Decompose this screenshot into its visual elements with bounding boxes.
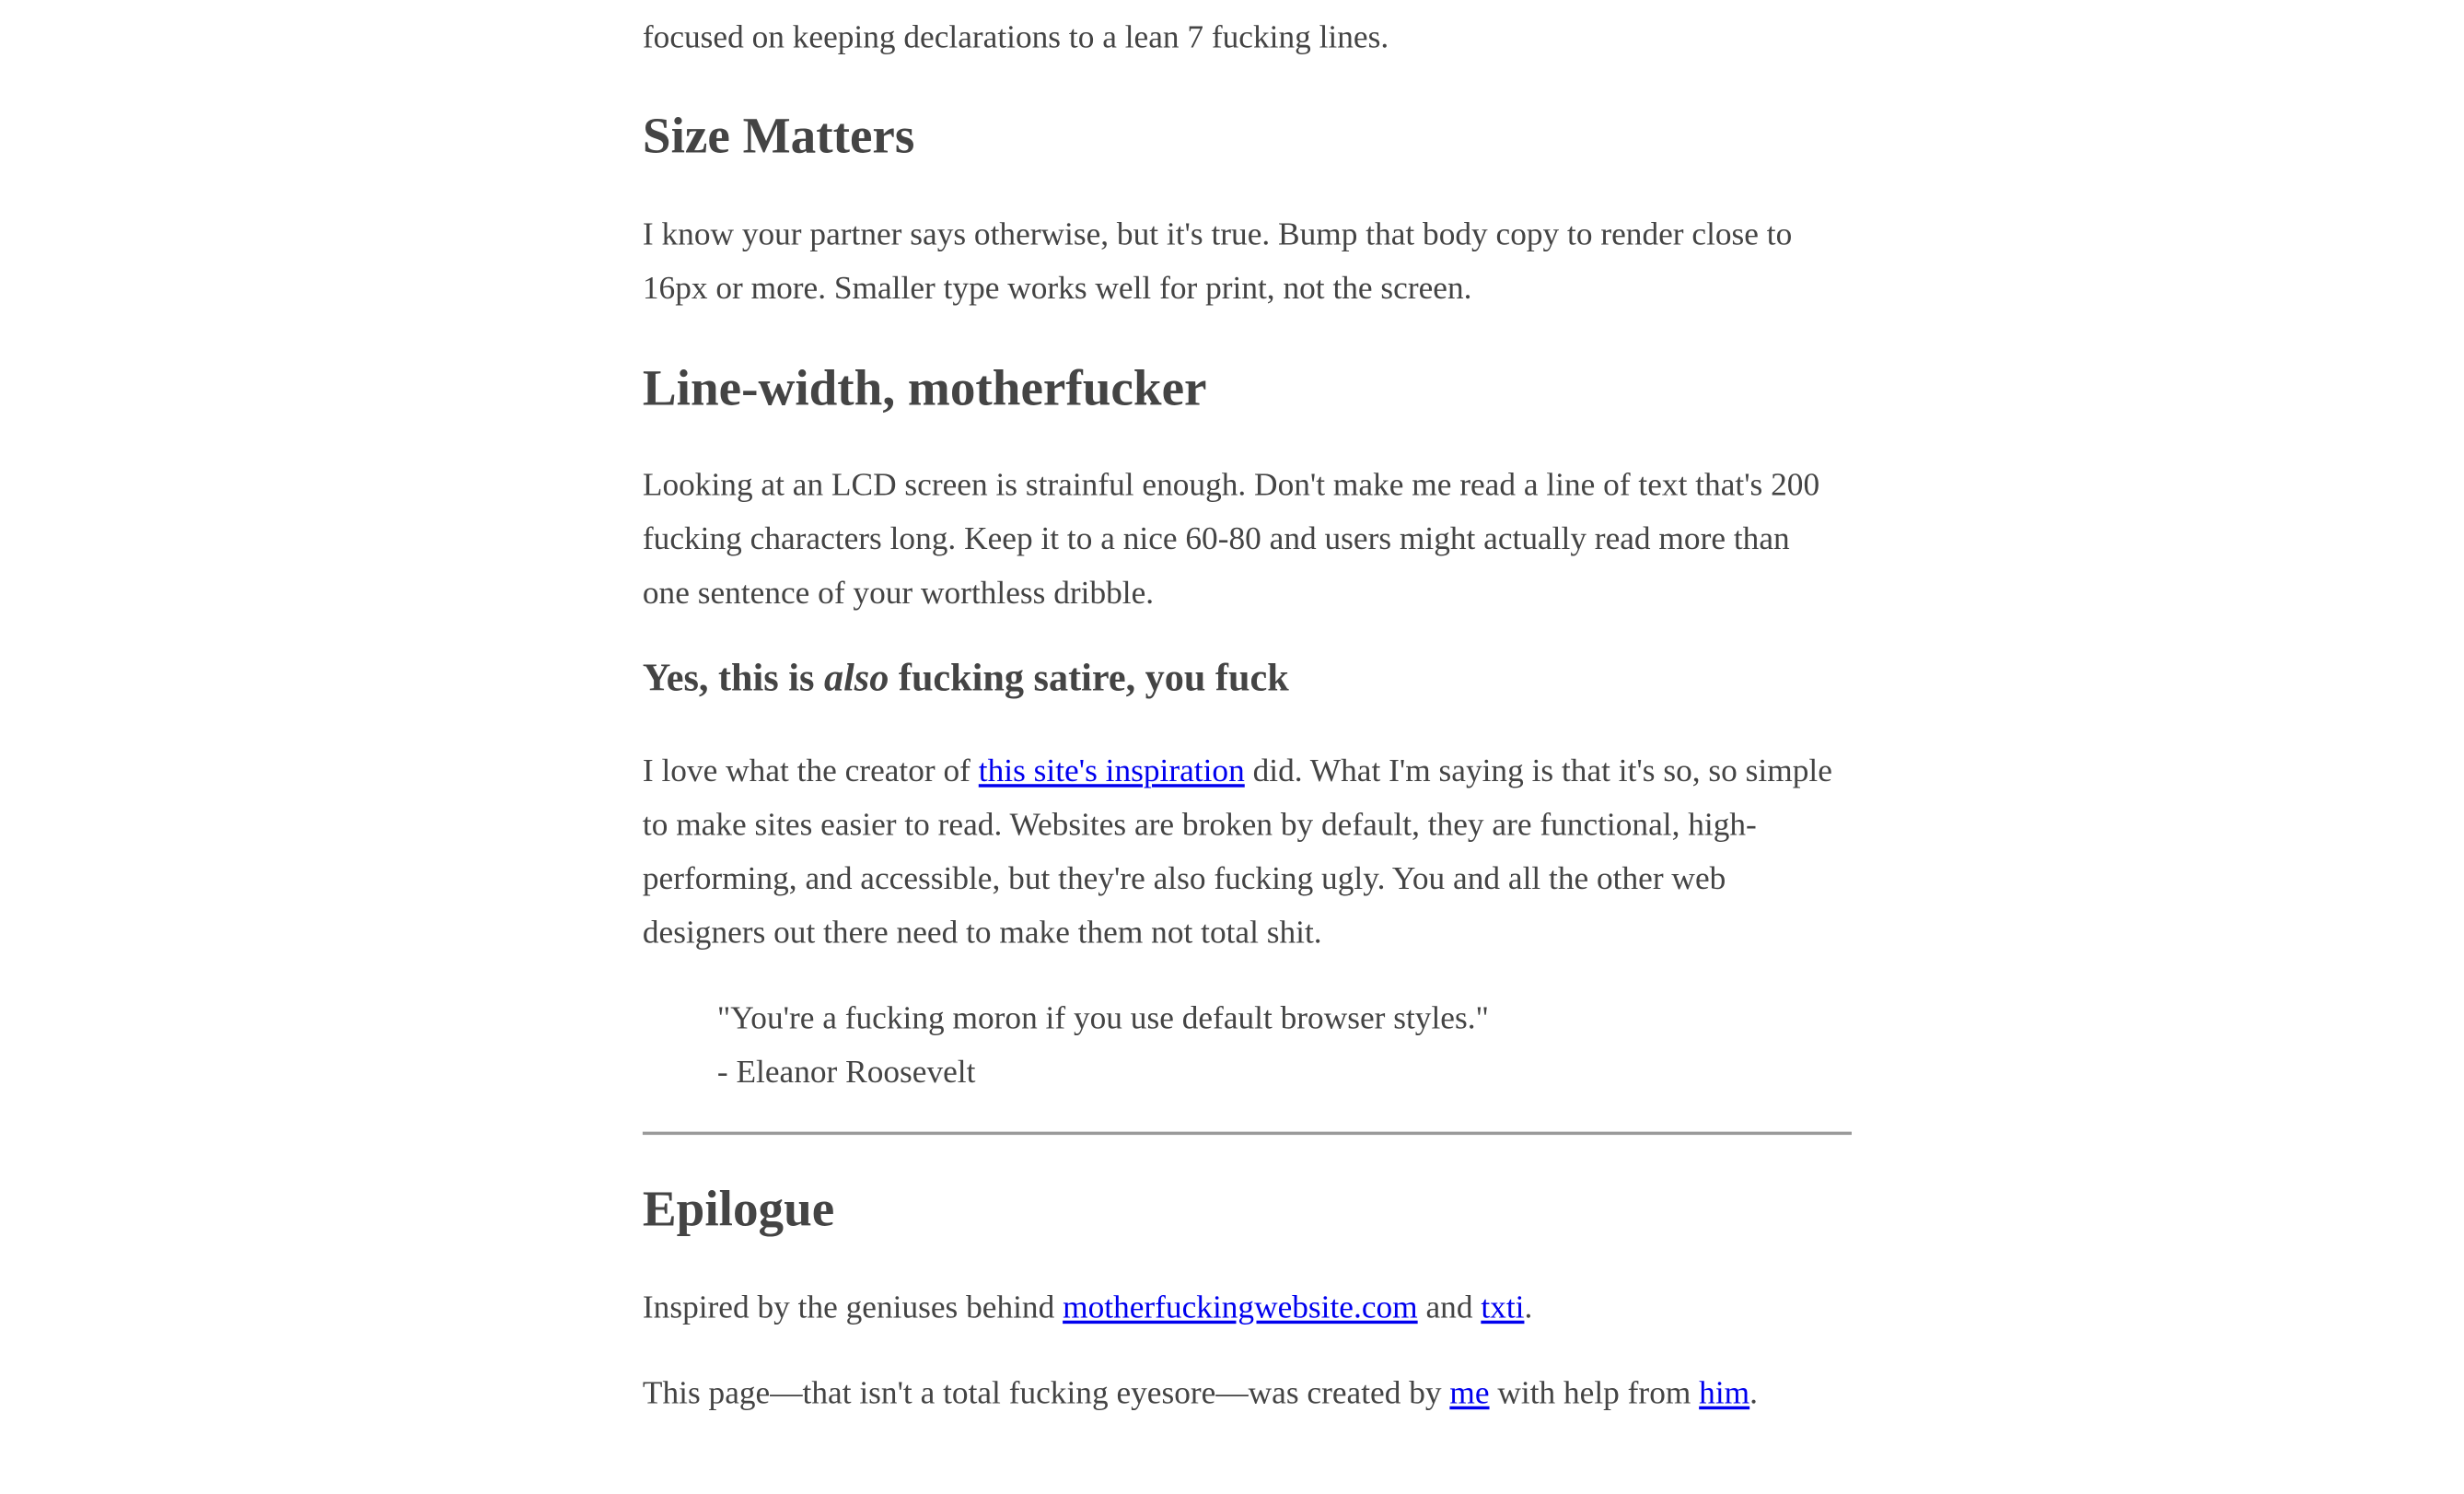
page: focused on keeping declarations to a lea… <box>0 0 2464 1494</box>
horizontal-rule <box>642 1131 1852 1136</box>
satire-text-start: I love what the creator of <box>642 753 979 789</box>
quote-text: "You're a fucking moron if you use defau… <box>716 1001 1489 1037</box>
line-width-heading: Line-width, motherfucker <box>642 358 1207 416</box>
inspired-text-end: . <box>1524 1290 1533 1325</box>
satire-heading: Yes, this is also fucking satire, you fu… <box>643 656 1289 704</box>
satire-heading-end: fucking satire, you fuck <box>889 657 1289 700</box>
credit-text-middle: with help from <box>1489 1376 1700 1411</box>
credit-text-start: This page—that isn't a total fucking eye… <box>642 1376 1450 1411</box>
previous-section-fragment: focused on keeping declarations to a lea… <box>642 20 1389 56</box>
line-width-paragraph: Looking at an LCD screen is strainful en… <box>642 468 1820 612</box>
satire-paragraph: I love what the creator of this site's i… <box>643 744 1852 960</box>
blockquote: "You're a fucking moron if you use defau… <box>717 992 1828 1100</box>
txti-link[interactable]: txti <box>1481 1290 1524 1325</box>
satire-heading-start: Yes, this is <box>642 657 824 700</box>
me-link[interactable]: me <box>1449 1376 1489 1411</box>
credit-text-end: . <box>1749 1376 1758 1411</box>
him-link[interactable]: him <box>1699 1376 1749 1411</box>
satire-heading-emphasis: also <box>823 657 889 700</box>
motherfuckingwebsite-link[interactable]: motherfuckingwebsite.com <box>1063 1290 1418 1325</box>
size-matters-heading: Size Matters <box>642 106 915 164</box>
inspired-text-start: Inspired by the geniuses behind <box>642 1290 1063 1325</box>
size-matters-paragraph: I know your partner says otherwise, but … <box>642 217 1793 307</box>
epilogue-heading: Epilogue <box>642 1179 835 1237</box>
credit-paragraph: This page—that isn't a total fucking eye… <box>643 1367 1758 1421</box>
inspired-text-middle: and <box>1417 1290 1482 1325</box>
site-inspiration-link[interactable]: this site's inspiration <box>979 754 1245 789</box>
inspired-paragraph: Inspired by the geniuses behind motherfu… <box>643 1281 1532 1336</box>
quote-author: - Eleanor Roosevelt <box>716 1055 976 1091</box>
